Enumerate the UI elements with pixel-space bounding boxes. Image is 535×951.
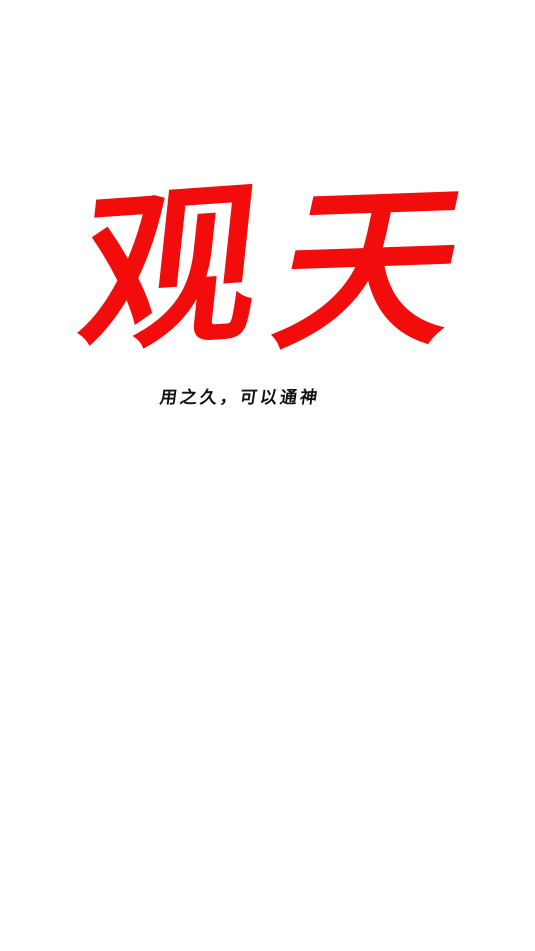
splash-screen: 观 天 用之久，可以通神 (0, 0, 535, 951)
app-logo: 观 天 (70, 161, 480, 378)
logo-char-guan: 观 (70, 161, 270, 378)
app-slogan: 用之久，可以通神 (158, 388, 322, 408)
logo-char-tian: 天 (259, 164, 481, 375)
